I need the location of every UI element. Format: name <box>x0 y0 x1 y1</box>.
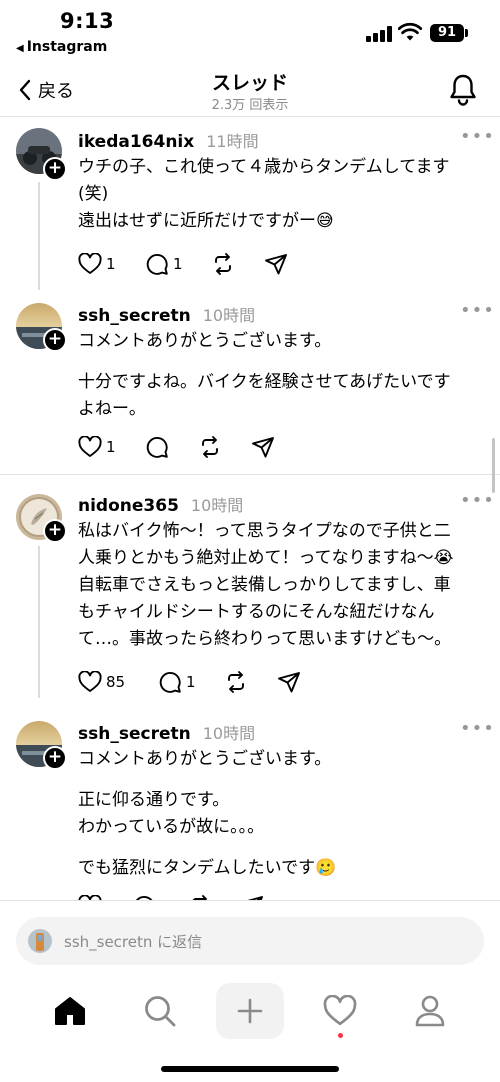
battery-indicator: 91 <box>430 24 464 42</box>
comment-icon <box>159 671 181 693</box>
share-button[interactable] <box>264 252 288 276</box>
tab-search[interactable] <box>126 983 194 1039</box>
post-username[interactable]: ikeda164nix 11時間 <box>78 128 259 152</box>
reply-post: + ssh_secretn 10時間 ••• コメントありがとうございます。 十分… <box>0 296 500 476</box>
share-button[interactable] <box>277 670 301 694</box>
like-count: 1 <box>106 255 116 273</box>
status-bar: 9:13 ◀ Instagram 91 <box>0 0 500 60</box>
post-text: 私はバイク怖〜！って思うタイプなので子供と二 人乗りとかもう絶対止めて！ってなりま… <box>78 521 454 649</box>
bell-icon[interactable] <box>446 72 480 106</box>
follow-plus-icon[interactable]: + <box>43 746 67 770</box>
like-count: 85 <box>106 673 126 691</box>
post-username[interactable]: nidone365 10時間 <box>78 492 243 516</box>
post-actions: 85 1 <box>78 670 378 694</box>
like-button[interactable]: 1 <box>78 435 116 459</box>
post-text: コメントありがとうございます。 十分ですよね。バイクを経験させてあげたいです よね… <box>78 331 451 419</box>
status-time: 9:13 <box>60 9 115 33</box>
comment-icon <box>146 436 168 458</box>
post-text: コメントありがとうございます。 正に仰る通りです。 わかっているが故に。。。 でも… <box>78 749 337 878</box>
comment-icon <box>146 253 168 275</box>
like-button[interactable]: 1 <box>78 252 116 276</box>
repost-button[interactable] <box>224 670 248 694</box>
reply-post: + ssh_secretn 10時間 ••• コメントありがとうございます。 正に… <box>0 716 500 900</box>
cellular-signal-icon <box>366 26 392 42</box>
like-button[interactable]: 85 <box>78 670 125 694</box>
send-icon <box>278 672 300 693</box>
thread-line <box>38 182 40 290</box>
more-options-icon[interactable]: ••• <box>460 718 495 739</box>
page-title: スレッド <box>211 72 288 94</box>
follow-plus-icon[interactable]: + <box>43 519 67 543</box>
more-options-icon[interactable]: ••• <box>460 490 495 511</box>
post-username[interactable]: ssh_secretn 10時間 <box>78 720 255 744</box>
wifi-icon <box>398 22 422 41</box>
bottom-tab-bar <box>0 975 500 1055</box>
reply-input[interactable]: ssh_secretn に返信 <box>16 917 484 965</box>
post-time: 10時間 <box>202 724 256 743</box>
post-text: ウチの子、これ使って４歳からタンデムしてます (笑) 遠出はせずに近所だけですがー😅 <box>78 157 450 231</box>
tab-activity[interactable] <box>306 983 374 1039</box>
view-count: 2.3万 回表示 <box>211 98 289 113</box>
repost-icon <box>215 253 231 275</box>
tab-home[interactable] <box>36 983 104 1039</box>
my-avatar <box>28 929 52 953</box>
reply-post: + ikeda164nix 11時間 ••• ウチの子、これ使って４歳からタンデム… <box>0 116 500 296</box>
thread-line <box>38 546 40 698</box>
back-to-app-link[interactable]: ◀ Instagram <box>16 39 107 55</box>
heart-icon <box>78 671 102 692</box>
back-triangle-icon: ◀ <box>16 43 24 54</box>
post-time: 10時間 <box>202 306 256 325</box>
more-options-icon[interactable]: ••• <box>460 126 495 147</box>
heart-icon <box>323 995 357 1026</box>
repost-button[interactable] <box>198 435 222 459</box>
thread-divider <box>0 474 500 475</box>
reply-count: 1 <box>186 673 196 691</box>
profile-icon <box>415 995 445 1027</box>
search-icon <box>145 996 176 1027</box>
battery-tip <box>465 29 468 37</box>
share-button[interactable] <box>251 435 275 459</box>
heart-icon <box>78 436 102 457</box>
home-indicator[interactable] <box>161 1066 339 1072</box>
repost-icon <box>228 671 244 693</box>
feed-bottom-divider <box>0 900 500 901</box>
post-time: 11時間 <box>206 132 259 151</box>
send-icon <box>265 254 287 275</box>
thread-header: 戻る スレッド 2.3万 回表示 <box>0 60 500 116</box>
post-time: 10時間 <box>190 496 244 515</box>
like-count: 1 <box>106 438 116 456</box>
replies-feed[interactable]: + ikeda164nix 11時間 ••• ウチの子、これ使って４歳からタンデム… <box>0 116 500 900</box>
more-options-icon[interactable]: ••• <box>460 300 495 321</box>
scrollbar[interactable] <box>492 438 495 493</box>
tab-create[interactable] <box>216 983 284 1039</box>
home-icon <box>55 997 85 1025</box>
send-icon <box>252 437 274 458</box>
tab-profile[interactable] <box>396 983 464 1039</box>
reply-count: 1 <box>173 255 183 273</box>
heart-icon <box>78 253 102 274</box>
follow-plus-icon[interactable]: + <box>43 328 67 352</box>
follow-plus-icon[interactable]: + <box>43 157 67 181</box>
reply-button[interactable] <box>145 435 169 459</box>
post-username[interactable]: ssh_secretn 10時間 <box>78 302 255 326</box>
activity-notification-dot <box>338 1033 343 1038</box>
back-app-label: Instagram <box>26 39 108 55</box>
plus-icon <box>237 998 263 1024</box>
reply-button[interactable]: 1 <box>145 252 183 276</box>
reply-button[interactable]: 1 <box>158 670 196 694</box>
repost-button[interactable] <box>211 252 235 276</box>
repost-icon <box>202 436 218 458</box>
reply-placeholder: ssh_secretn に返信 <box>64 933 203 951</box>
